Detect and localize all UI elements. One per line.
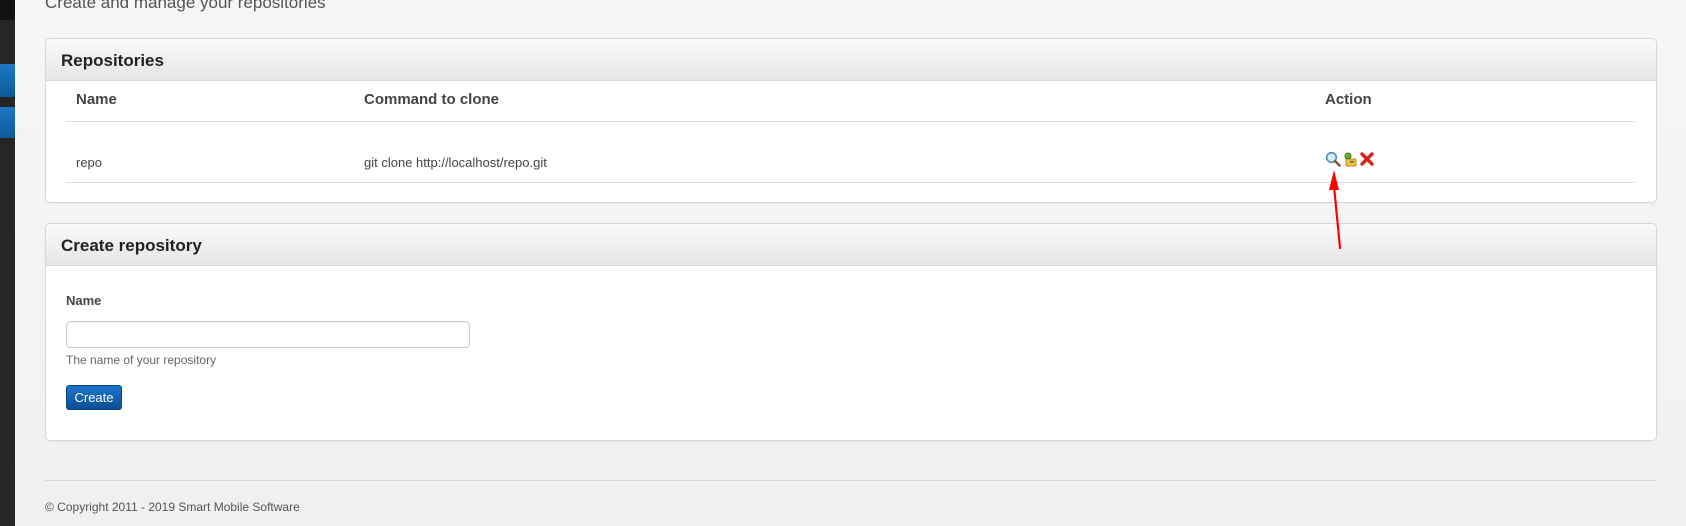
footer-divider <box>45 480 1657 481</box>
delete-icon[interactable] <box>1359 151 1375 167</box>
name-field-label: Name <box>66 293 102 308</box>
table-header-divider <box>66 121 1635 122</box>
view-icon[interactable] <box>1325 151 1341 167</box>
repositories-title: Repositories <box>61 51 164 70</box>
rail-tab-1[interactable] <box>0 64 15 97</box>
repo-clone-command-cell: git clone http://localhost/repo.git <box>364 155 547 170</box>
footer-copyright: © Copyright 2011 - 2019 Smart Mobile Sof… <box>45 500 300 514</box>
create-button[interactable]: Create <box>66 385 122 410</box>
rail-tab-2[interactable] <box>0 107 15 138</box>
column-header-name: Name <box>76 91 117 108</box>
repositories-header: Repositories <box>46 39 1656 81</box>
annotation-arrow-icon <box>1329 170 1342 250</box>
create-repository-panel: Create repository Name The name of your … <box>45 223 1657 441</box>
column-header-command: Command to clone <box>364 91 500 108</box>
name-help-text: The name of your repository <box>66 353 217 367</box>
repositories-panel: Repositories Name Command to clone Actio… <box>45 38 1657 203</box>
page-subtitle: Create and manage your repositories <box>45 0 326 12</box>
create-repository-header: Create repository <box>46 224 1656 266</box>
table-row-divider <box>66 182 1635 183</box>
column-header-action: Action <box>1325 91 1372 108</box>
repository-name-input[interactable] <box>66 321 470 348</box>
create-repository-title: Create repository <box>61 236 202 255</box>
rail-top-block <box>0 0 15 20</box>
repo-name-cell: repo <box>76 155 103 170</box>
edit-icon[interactable] <box>1342 151 1358 167</box>
repo-action-group <box>1325 151 1377 169</box>
left-sidebar-rail <box>0 0 15 526</box>
